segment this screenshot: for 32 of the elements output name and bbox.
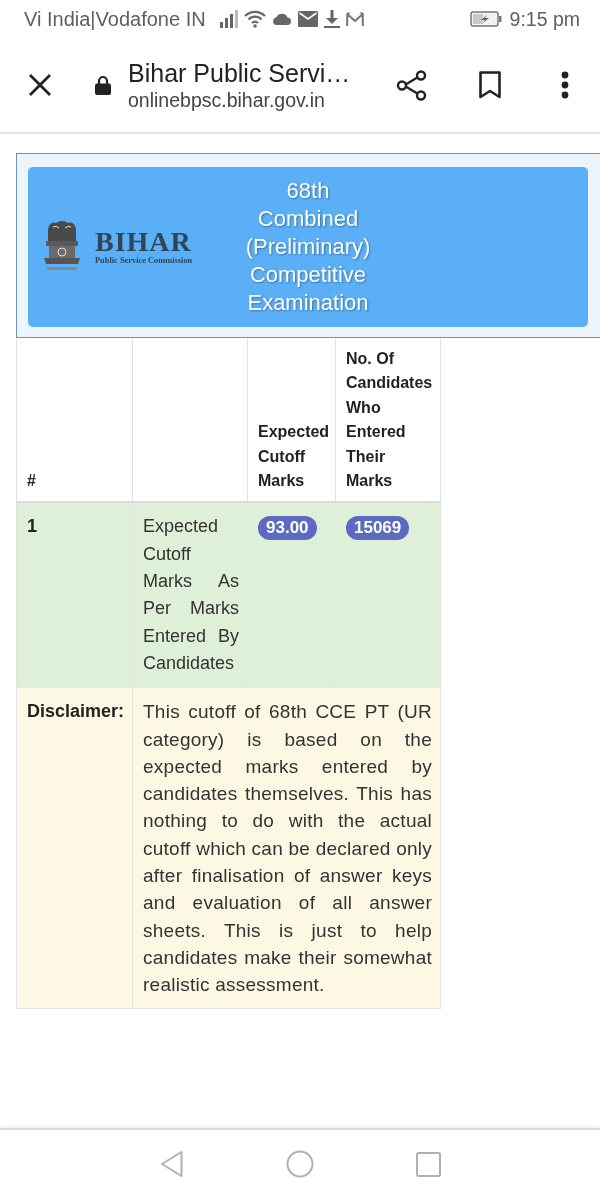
cloud-icon xyxy=(271,13,292,25)
close-button[interactable] xyxy=(28,73,52,97)
mail-app-icon xyxy=(345,11,364,27)
table-cell: Expected Cutoff Marks As Per Marks Entered By Candidates xyxy=(132,502,248,688)
back-icon xyxy=(159,1150,184,1178)
clock-time: 9:15 pm xyxy=(509,7,580,31)
bookmark-button[interactable] xyxy=(479,71,501,99)
page-url: onlinebpsc.bihar.gov.in xyxy=(128,87,326,113)
signal-icon xyxy=(219,10,238,28)
download-icon xyxy=(323,10,340,28)
share-button[interactable] xyxy=(396,69,427,101)
lock-icon xyxy=(95,75,111,95)
bookmark-icon xyxy=(479,71,501,99)
value-badge: 15069 xyxy=(346,516,410,541)
close-icon xyxy=(28,73,52,97)
value-badge: 93.00 xyxy=(258,516,317,541)
logo-title: BIHAR xyxy=(95,228,193,256)
share-icon xyxy=(396,69,427,101)
home-icon xyxy=(285,1150,314,1178)
exam-title: 68th Combined (Preliminary) Competitive Examination xyxy=(245,177,371,317)
carrier-name: Vi India|Vodafone IN xyxy=(24,7,206,31)
table-cell: This cutoff of 68th CCE PT (UR category) is based on the expected marks entered by candidates themselves. This has nothing to do with the actual cutoff which can be declared only after finalisation of answer keys and evaluation of all answer sheets. This is just to help candidates make their somewhat realistic assessment. xyxy=(132,687,441,1009)
logo-subtitle: Public Service Commission xyxy=(95,256,193,266)
page-title: Bihar Public Servi… xyxy=(128,57,352,88)
mail-icon xyxy=(297,11,318,27)
table-cell: Disclaimer: xyxy=(16,687,133,1009)
more-options-icon xyxy=(561,71,569,99)
table-cell: 1 xyxy=(16,502,133,688)
more-options-button[interactable] xyxy=(561,71,569,99)
recent-apps-icon xyxy=(415,1151,441,1177)
battery-charging-icon xyxy=(469,11,502,27)
wifi-icon xyxy=(243,10,266,28)
